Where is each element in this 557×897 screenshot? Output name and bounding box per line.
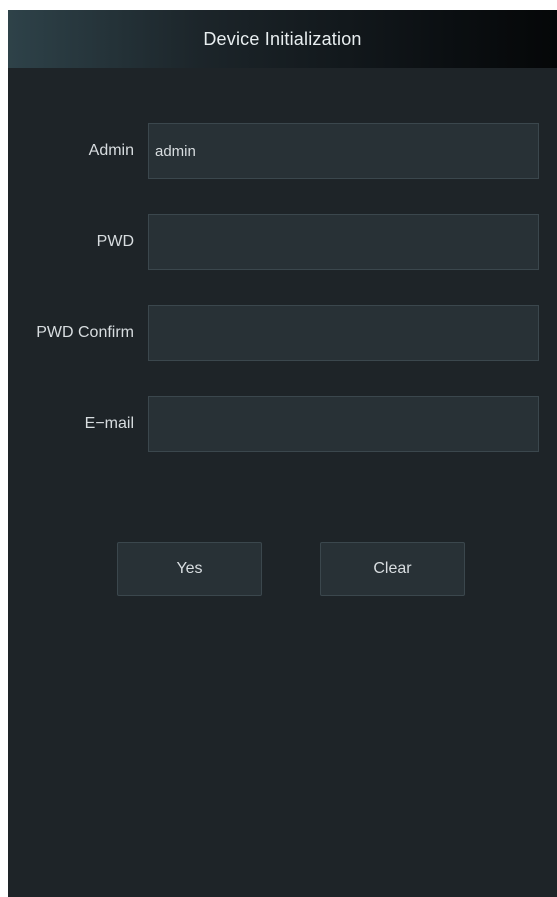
yes-button[interactable]: Yes [117,542,262,596]
email-label: E−mail [84,415,134,432]
page-title: Device Initialization [203,28,362,49]
password-confirm-row: PWD Confirm [8,305,557,361]
admin-input[interactable] [148,123,539,179]
email-row: E−mail [8,396,557,452]
device-screen: Device Initialization Admin PWD PWD Conf… [8,10,557,897]
email-input[interactable] [148,396,539,452]
title-bar: Device Initialization [8,10,557,68]
password-confirm-input[interactable] [148,305,539,361]
password-confirm-label: PWD Confirm [36,324,134,341]
clear-button[interactable]: Clear [320,542,465,596]
password-input[interactable] [148,214,539,270]
admin-label: Admin [88,142,134,159]
admin-row: Admin [8,123,557,179]
password-row: PWD [8,214,557,270]
password-label: PWD [96,233,134,250]
